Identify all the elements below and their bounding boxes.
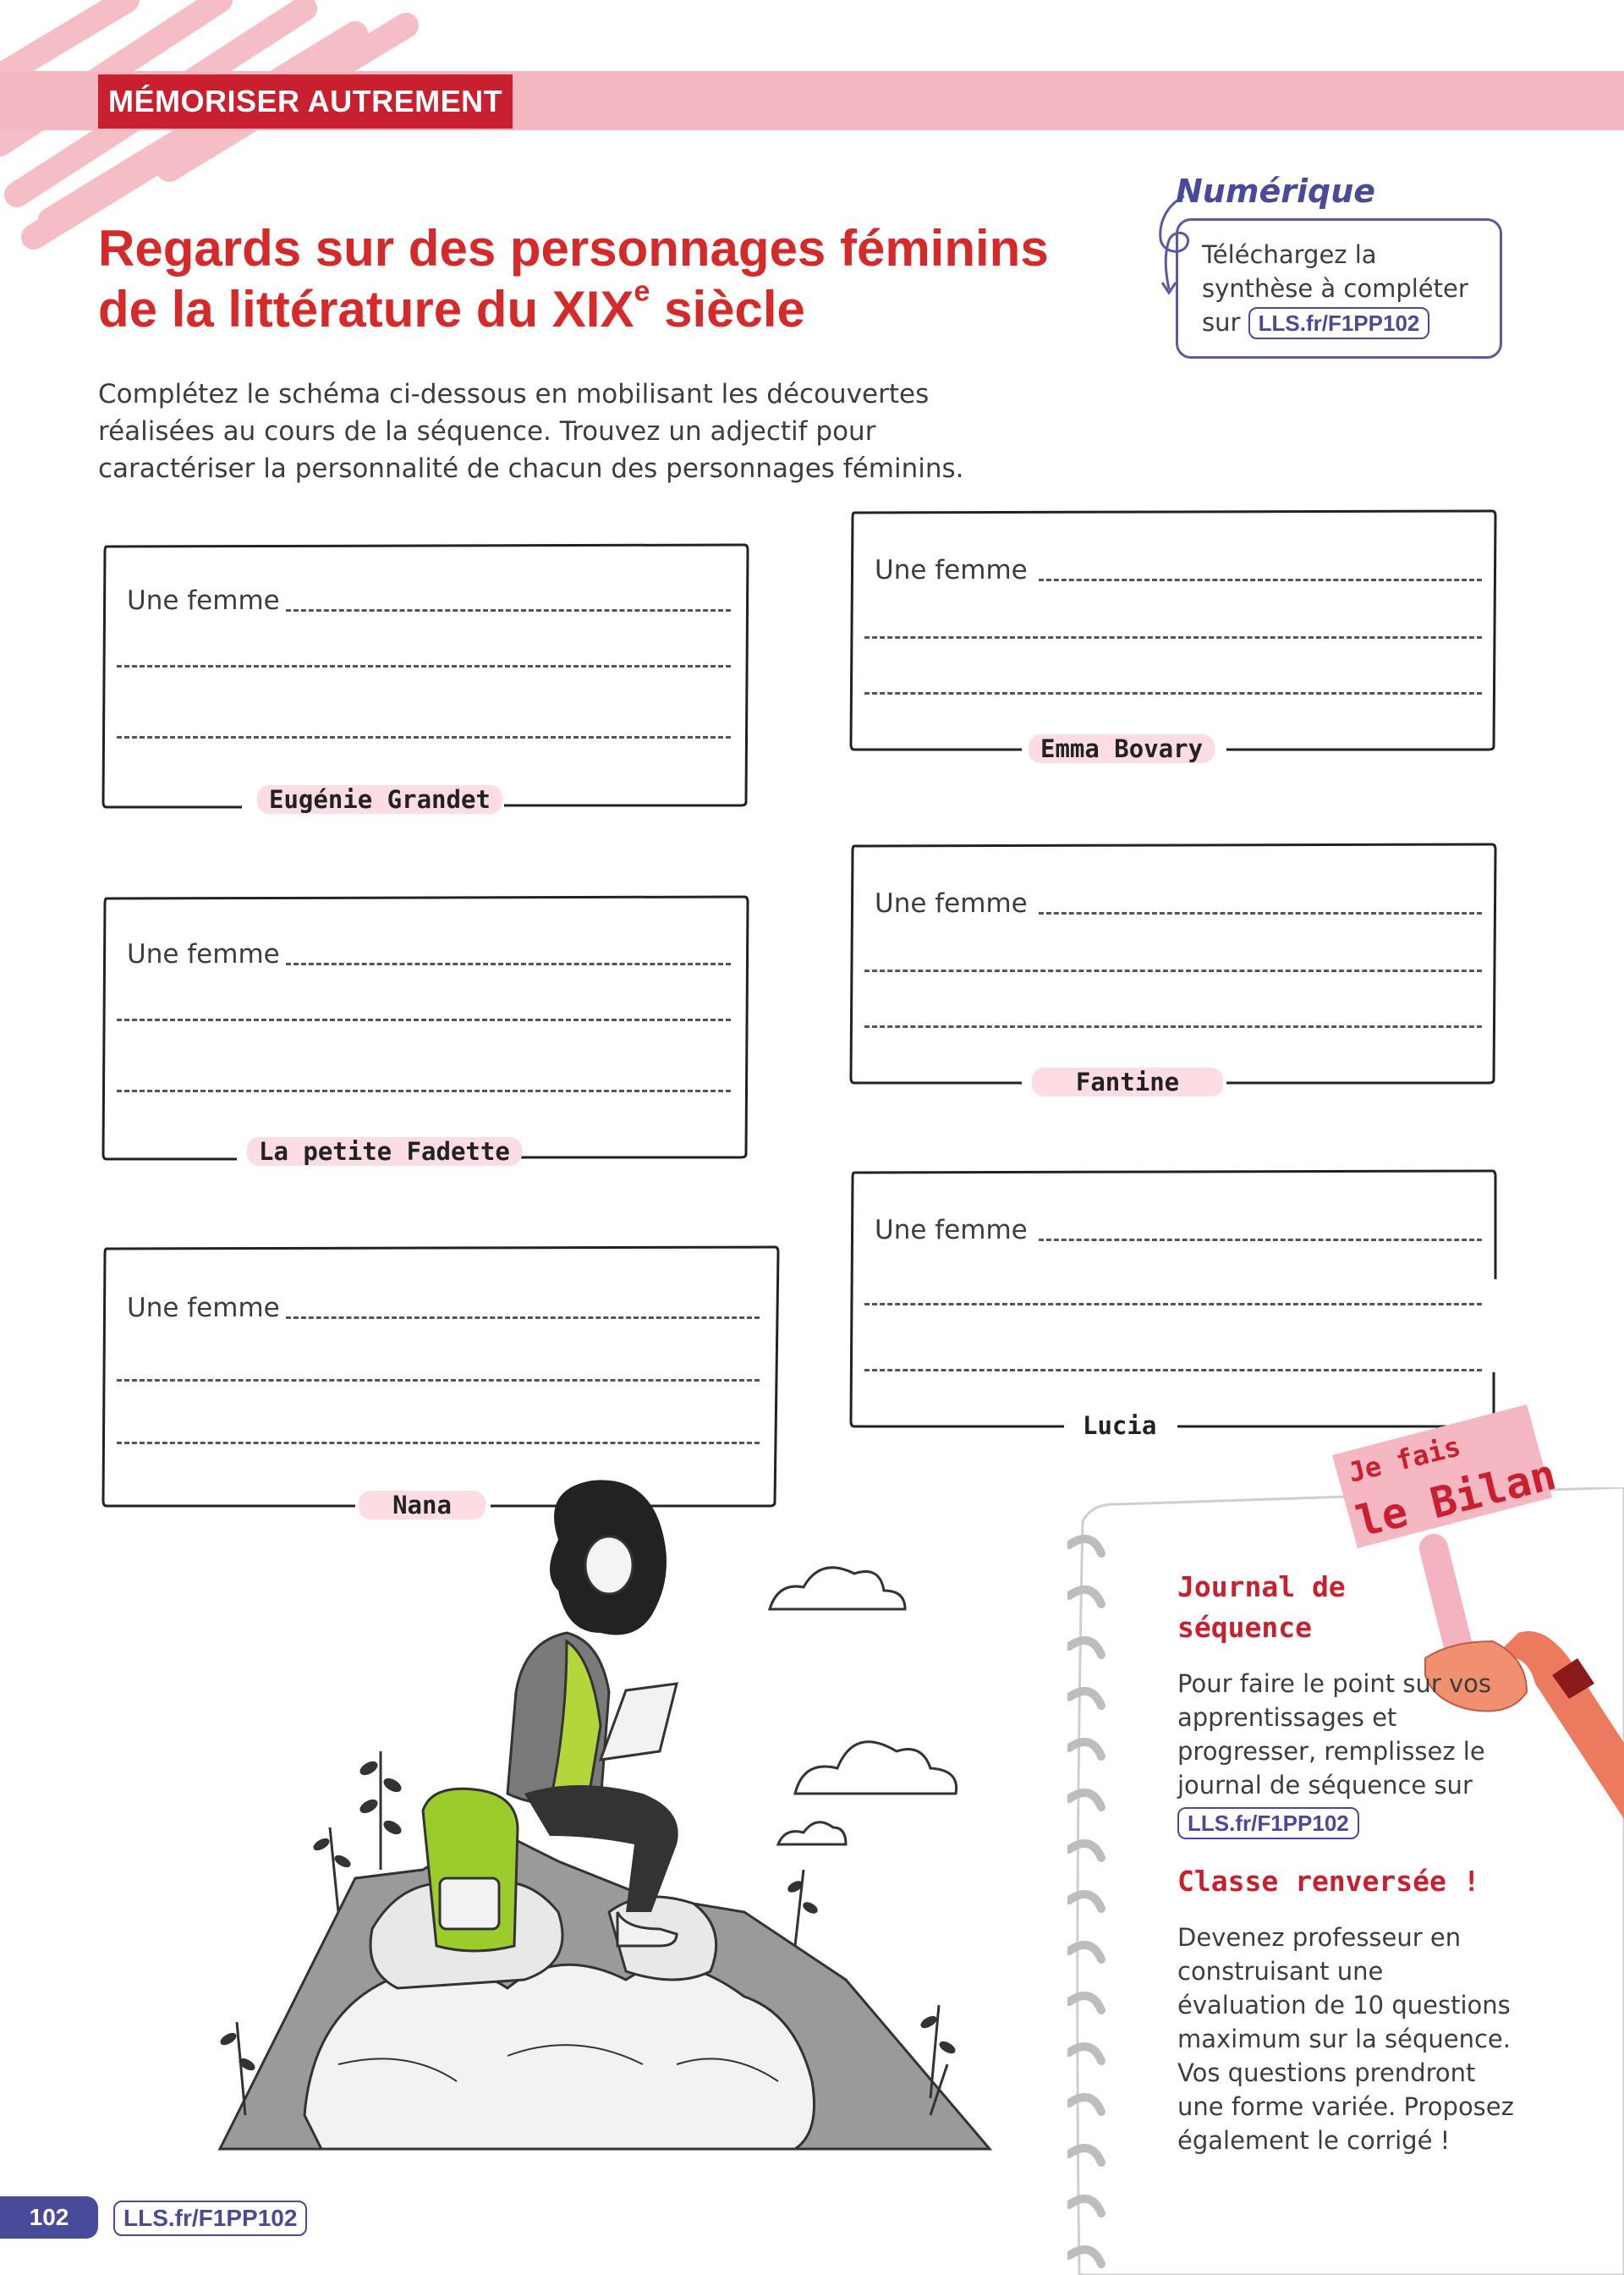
character-name: Lucia — [1083, 1411, 1157, 1440]
answer-line[interactable] — [864, 1369, 1482, 1371]
card-frame — [102, 543, 749, 809]
answer-line[interactable] — [286, 609, 731, 612]
card-prompt: Une femme — [127, 585, 280, 616]
answer-line[interactable] — [117, 1019, 731, 1021]
answer-line[interactable] — [1039, 579, 1482, 581]
journal-text: Pour faire le point sur vos apprentissag… — [1177, 1669, 1492, 1800]
answer-line[interactable] — [864, 1025, 1482, 1028]
character-name: Eugénie Grandet — [257, 785, 502, 814]
character-name: Fantine — [1032, 1068, 1223, 1096]
classe-renversee-text: Devenez professeur en construisant une é… — [1177, 1923, 1514, 2155]
answer-line[interactable] — [864, 636, 1482, 639]
journal-title: Journal de séquence — [1177, 1570, 1346, 1644]
journal-link[interactable]: LLS.fr/F1PP102 — [1177, 1807, 1359, 1839]
character-name: La petite Fadette — [247, 1137, 522, 1166]
answer-line[interactable] — [864, 692, 1482, 695]
answer-line[interactable] — [117, 1379, 760, 1382]
character-card-emma: Une femme Emma Bovary — [849, 509, 1497, 763]
card-prompt: Une femme — [127, 939, 280, 970]
answer-line[interactable] — [117, 665, 731, 668]
character-name: Emma Bovary — [1029, 734, 1215, 763]
card-prompt: Une femme — [875, 555, 1028, 585]
numerique-link[interactable]: LLS.fr/F1PP102 — [1248, 307, 1430, 339]
answer-line[interactable] — [864, 1303, 1482, 1305]
card-prompt: Une femme — [127, 1293, 280, 1323]
woman-with-laptop-illustration — [217, 1480, 993, 2151]
character-card-lucia: Une femme Lucia — [849, 1169, 1497, 1440]
classe-renversee-title: Classe renversée ! — [1177, 1865, 1480, 1898]
numerique-text-2: synthèse à compléter — [1202, 274, 1468, 303]
footer-link[interactable]: LLS.fr/F1PP102 — [113, 2201, 308, 2236]
answer-line[interactable] — [117, 1442, 760, 1444]
answer-line[interactable] — [1039, 912, 1482, 915]
instructions-text: Complétez le schéma ci-dessous en mobili… — [98, 379, 964, 484]
numerique-box: Téléchargez la synthèse à compléter sur … — [1176, 218, 1502, 359]
character-card-fantine: Une femme Fantine — [849, 843, 1497, 1096]
character-card-fadette: Une femme La petite Fadette — [102, 895, 749, 1166]
card-frame — [849, 843, 1497, 1085]
answer-line[interactable] — [864, 970, 1482, 972]
answer-line[interactable] — [286, 1316, 760, 1319]
answer-line[interactable] — [286, 963, 731, 965]
section-label: MÉMORISER AUTREMENT — [98, 74, 513, 129]
card-frame — [849, 1169, 1497, 1428]
answer-line[interactable] — [117, 1090, 731, 1092]
card-prompt: Une femme — [875, 1215, 1028, 1245]
page-number: 102 — [0, 2196, 98, 2239]
character-card-eugenie: Une femme Eugénie Grandet — [102, 543, 749, 814]
numerique-text-1: Téléchargez la — [1202, 240, 1377, 269]
numerique-text-3: sur — [1202, 308, 1241, 337]
page-title: Regards sur des personnages féminins de … — [98, 220, 1049, 338]
card-prompt: Une femme — [875, 888, 1028, 919]
answer-line[interactable] — [1039, 1239, 1482, 1241]
answer-line[interactable] — [117, 736, 731, 739]
card-frame — [849, 509, 1497, 751]
card-frame — [102, 895, 749, 1161]
numerique-label: Numérique — [1176, 173, 1376, 210]
